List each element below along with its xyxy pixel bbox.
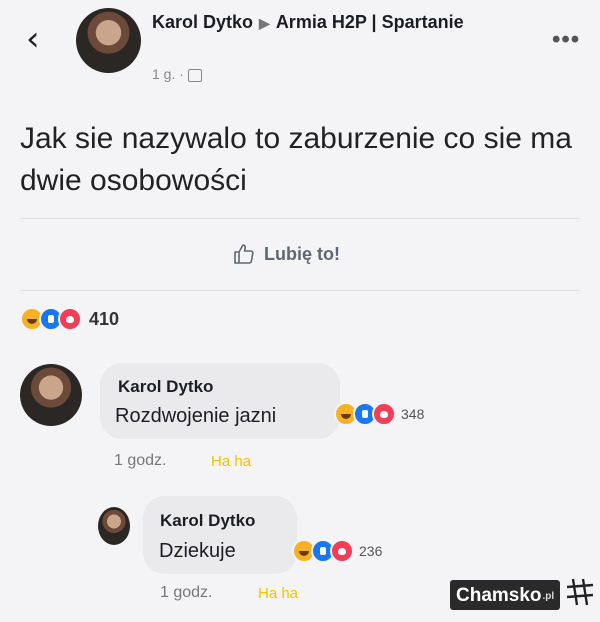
comment-time[interactable]: 1 godz. [114,452,166,470]
comment-text: Rozdwojenie jazni [115,405,277,427]
group-name[interactable]: Armia H2P | Spartanie [276,12,464,32]
love-reaction-icon [372,402,396,426]
comment-author[interactable]: Karol Dytko [118,377,213,397]
watermark-text: Chamsko [456,585,542,606]
commenter-avatar[interactable] [20,364,82,426]
audience-icon [187,68,202,82]
post-time[interactable]: 1 g. · [152,66,184,82]
haha-action[interactable]: Ha ha [211,453,251,470]
like-button[interactable]: Lubię to! [232,238,340,270]
divider [20,218,580,219]
watermark-logo-icon [566,578,594,606]
watermark: Chamsko .pl [450,580,561,610]
post-reactions[interactable]: 410 [20,307,119,331]
post-header-title: Karol Dytko ▶ Armia H2P | Spartanie [152,10,482,35]
reply-avatar[interactable] [98,507,130,545]
reply-reactions[interactable]: 236 [292,539,382,563]
divider [20,290,580,291]
watermark-suffix: .pl [542,590,555,602]
thumbs-up-icon [234,244,254,264]
author-name[interactable]: Karol Dytko [152,12,253,32]
reply-reaction-count: 236 [359,543,383,559]
love-reaction-icon [330,539,354,563]
love-reaction-icon [58,307,82,331]
reaction-count: 410 [89,308,120,329]
arrow-right-icon: ▶ [259,15,270,31]
back-icon[interactable]: ‹ [26,22,40,56]
haha-action[interactable]: Ha ha [258,585,298,602]
like-label: Lubię to! [264,243,340,264]
author-avatar[interactable] [76,8,141,73]
comment-reaction-count: 348 [401,406,425,422]
reply-time[interactable]: 1 godz. [160,584,212,602]
reply-author[interactable]: Karol Dytko [160,511,255,531]
post-text: Jak sie nazywalo to zaburzenie co sie ma… [20,122,572,197]
post-meta: 1 g. · [152,66,202,82]
more-dots-icon[interactable]: ••• [552,26,580,54]
reply-text: Dziekuje [159,540,236,562]
comment-reactions[interactable]: 348 [334,402,424,426]
